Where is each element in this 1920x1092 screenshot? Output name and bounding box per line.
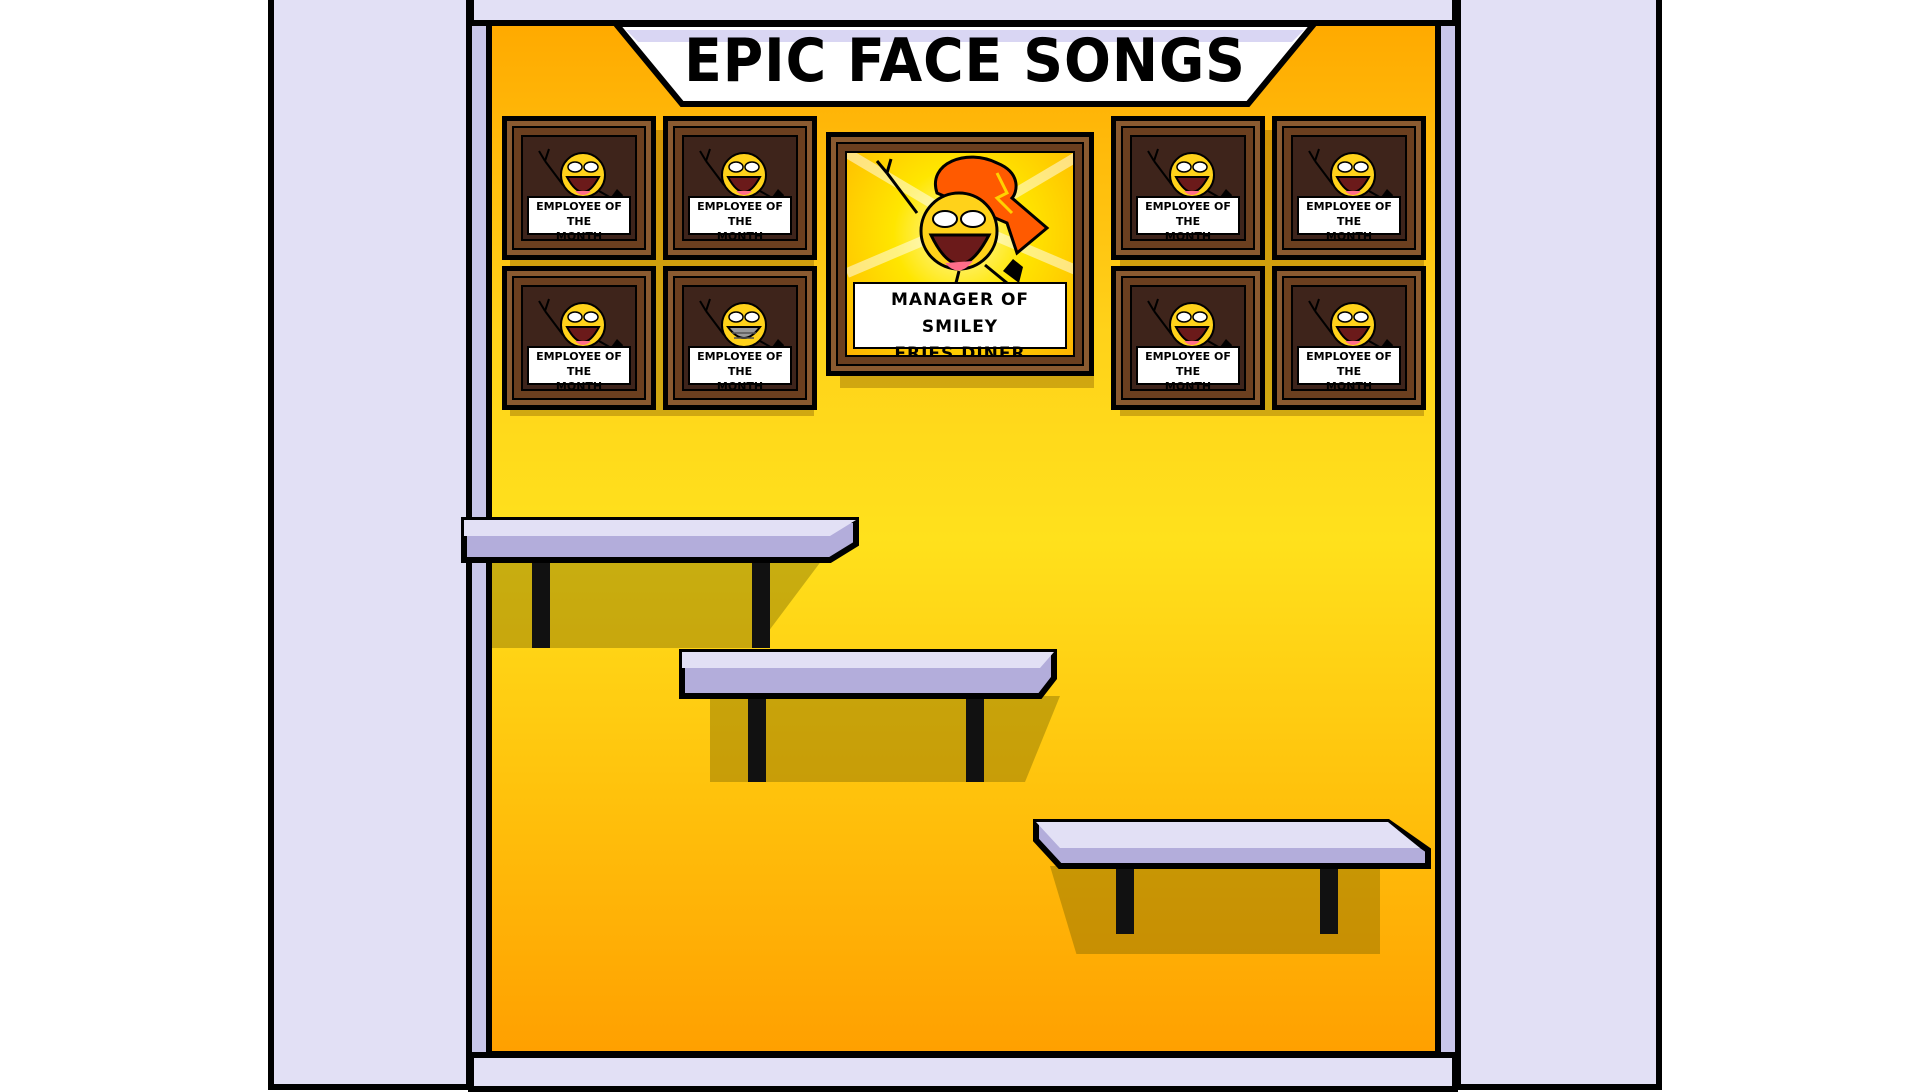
shelf-1[interactable] — [461, 517, 859, 563]
shelves-layer — [461, 517, 1431, 869]
shelf-3[interactable] — [1033, 819, 1431, 869]
shelf-2[interactable] — [679, 649, 1057, 699]
